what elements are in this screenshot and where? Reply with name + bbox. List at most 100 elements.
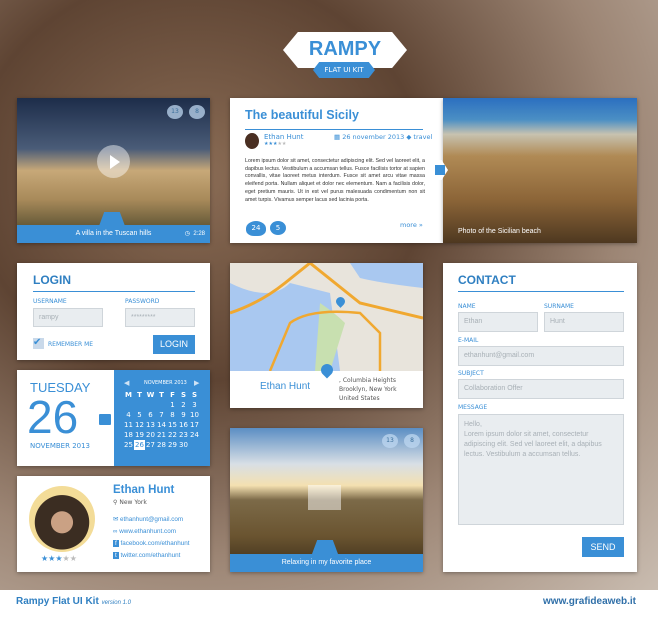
comments-bubble-icon[interactable]: 5 xyxy=(270,221,286,235)
map-contact-name: Ethan Hunt xyxy=(260,381,311,392)
calendar-day[interactable]: 7 xyxy=(156,410,167,420)
author-rating: ★★★★★ xyxy=(264,141,287,147)
more-link[interactable]: more » xyxy=(400,221,423,229)
calendar-day[interactable]: 20 xyxy=(145,430,156,440)
email-text: ethanhunt@gmail.com xyxy=(120,516,184,523)
tag-link[interactable]: travel xyxy=(413,133,432,141)
calendar-day[interactable]: 22 xyxy=(167,430,178,440)
calendar-day[interactable]: 2 xyxy=(178,400,189,410)
calendar-day xyxy=(156,400,167,410)
blog-title[interactable]: The beautiful Sicily xyxy=(245,108,359,122)
remember-checkbox[interactable]: ✔ xyxy=(33,338,44,349)
profile-card: ★★★★★ Ethan Hunt ⚲ New York ✉ ethanhunt@… xyxy=(17,476,210,572)
blog-date: ▦ 26 november 2013 ◆ travel xyxy=(334,133,433,141)
calendar-icon xyxy=(99,414,111,425)
calendar-day[interactable]: 30 xyxy=(178,440,189,450)
calendar-day[interactable]: 21 xyxy=(156,430,167,440)
calendar-day[interactable]: 9 xyxy=(178,410,189,420)
name-label: NAME xyxy=(458,303,476,310)
clock-icon: ◷ xyxy=(184,231,190,237)
facebook-text: facebook.com/ethanhunt xyxy=(120,540,190,547)
message-textarea[interactable]: Hello, Lorem ipsum dolor sit amet, conse… xyxy=(458,414,624,525)
calendar-day[interactable]: 24 xyxy=(189,430,200,440)
calendar-day[interactable]: 1 xyxy=(167,400,178,410)
calendar-day[interactable]: 3 xyxy=(189,400,200,410)
likes-heart-icon[interactable]: 13 xyxy=(382,434,398,448)
play-icon xyxy=(110,155,120,169)
calendar-day[interactable]: 18 xyxy=(123,430,134,440)
play-button[interactable] xyxy=(97,145,130,178)
calendar-day[interactable]: 27 xyxy=(145,440,156,450)
prev-month-arrow[interactable]: ◀ xyxy=(124,379,129,387)
weekday-header: M xyxy=(125,391,132,399)
video-caption-bar: A villa in the Tuscan hills ◷ 2:28 xyxy=(17,225,210,243)
beach-caption: Photo of the Sicilian beach xyxy=(458,228,541,235)
kit-name: Rampy Flat UI Kit xyxy=(16,596,99,607)
remember-label: REMEMBER ME xyxy=(48,341,94,348)
likes-heart-icon[interactable]: 24 xyxy=(246,221,266,236)
surname-input[interactable]: Hunt xyxy=(544,312,624,332)
email-link[interactable]: ✉ ethanhunt@gmail.com xyxy=(113,514,189,526)
address-line: , Columbia Heights xyxy=(339,377,397,384)
next-month-arrow[interactable]: ▶ xyxy=(194,379,199,387)
divider xyxy=(245,129,423,130)
username-input[interactable]: rampy xyxy=(33,308,103,327)
calendar-day[interactable]: 28 xyxy=(156,440,167,450)
comments-bubble-icon[interactable]: 8 xyxy=(189,105,205,119)
more-label: more xyxy=(400,221,417,229)
twitter-link[interactable]: t twitter.com/ethanhunt xyxy=(113,550,189,562)
calendar-day[interactable]: 25 xyxy=(123,440,134,450)
facebook-link[interactable]: f facebook.com/ethanhunt xyxy=(113,538,189,550)
send-button[interactable]: SEND xyxy=(582,537,624,557)
logo-title: RAMPY xyxy=(308,38,382,60)
calendar-day[interactable]: 5 xyxy=(134,410,145,420)
calendar-day[interactable]: 13 xyxy=(145,420,156,430)
image-icon[interactable] xyxy=(308,485,341,510)
message-label: MESSAGE xyxy=(458,404,488,411)
beach-photo[interactable]: Photo of the Sicilian beach xyxy=(443,98,637,243)
map-card: Ethan Hunt , Columbia Heights Brooklyn, … xyxy=(230,263,423,408)
video-camera-icon xyxy=(99,212,125,226)
calendar-day[interactable]: 15 xyxy=(167,420,178,430)
password-label: PASSWORD xyxy=(125,298,160,305)
calendar-day[interactable]: 10 xyxy=(189,410,200,420)
calendar-day[interactable]: 19 xyxy=(134,430,145,440)
login-card: LOGIN USERNAME rampy PASSWORD ********* … xyxy=(17,263,210,360)
photo-card[interactable]: 13 8 Relaxing in my favorite place xyxy=(230,428,423,572)
author-name[interactable]: Ethan Hunt xyxy=(264,133,303,141)
name-input[interactable]: Ethan xyxy=(458,312,538,332)
blog-card: The beautiful Sicily Ethan Hunt ★★★★★ ▦ … xyxy=(230,98,443,243)
footer-website[interactable]: www.grafideaweb.it xyxy=(543,596,636,607)
login-button[interactable]: LOGIN xyxy=(153,335,195,354)
email-icon: ✉ xyxy=(113,516,119,523)
calendar-day[interactable]: 23 xyxy=(178,430,189,440)
website-link[interactable]: ∞ www.ethanhunt.com xyxy=(113,526,189,538)
calendar-month: NOVEMBER 2013 xyxy=(30,442,91,450)
email-input[interactable]: ethanhunt@gmail.com xyxy=(458,346,624,366)
camera-icon xyxy=(312,540,338,554)
calendar-day[interactable]: 11 xyxy=(123,420,134,430)
weekday-header: T xyxy=(137,391,142,399)
likes-heart-icon[interactable]: 13 xyxy=(167,105,183,119)
password-input[interactable]: ********* xyxy=(125,308,195,327)
calendar-day[interactable]: 17 xyxy=(189,420,200,430)
selected-day[interactable]: 26 xyxy=(134,440,145,450)
video-caption: A villa in the Tuscan hills xyxy=(75,230,152,237)
calendar-day[interactable]: 29 xyxy=(167,440,178,450)
subject-label: SUBJECT xyxy=(458,370,484,377)
calendar-day[interactable]: 8 xyxy=(167,410,178,420)
twitter-text: twitter.com/ethanhunt xyxy=(120,552,181,559)
calendar-day[interactable]: 16 xyxy=(178,420,189,430)
weekday-header: W xyxy=(146,391,155,399)
calendar-day[interactable]: 6 xyxy=(145,410,156,420)
calendar-day[interactable]: 12 xyxy=(134,420,145,430)
map-view[interactable] xyxy=(230,263,423,371)
login-title: LOGIN xyxy=(33,273,71,287)
video-card[interactable]: 13 8 A villa in the Tuscan hills ◷ 2:28 xyxy=(17,98,210,243)
profile-links: ✉ ethanhunt@gmail.com ∞ www.ethanhunt.co… xyxy=(113,514,189,562)
subject-input[interactable]: Collaboration Offer xyxy=(458,379,624,399)
calendar-day[interactable]: 4 xyxy=(123,410,134,420)
comments-bubble-icon[interactable]: 8 xyxy=(404,434,420,448)
calendar-day[interactable]: 14 xyxy=(156,420,167,430)
address-line: Brooklyn, New York xyxy=(339,386,397,393)
